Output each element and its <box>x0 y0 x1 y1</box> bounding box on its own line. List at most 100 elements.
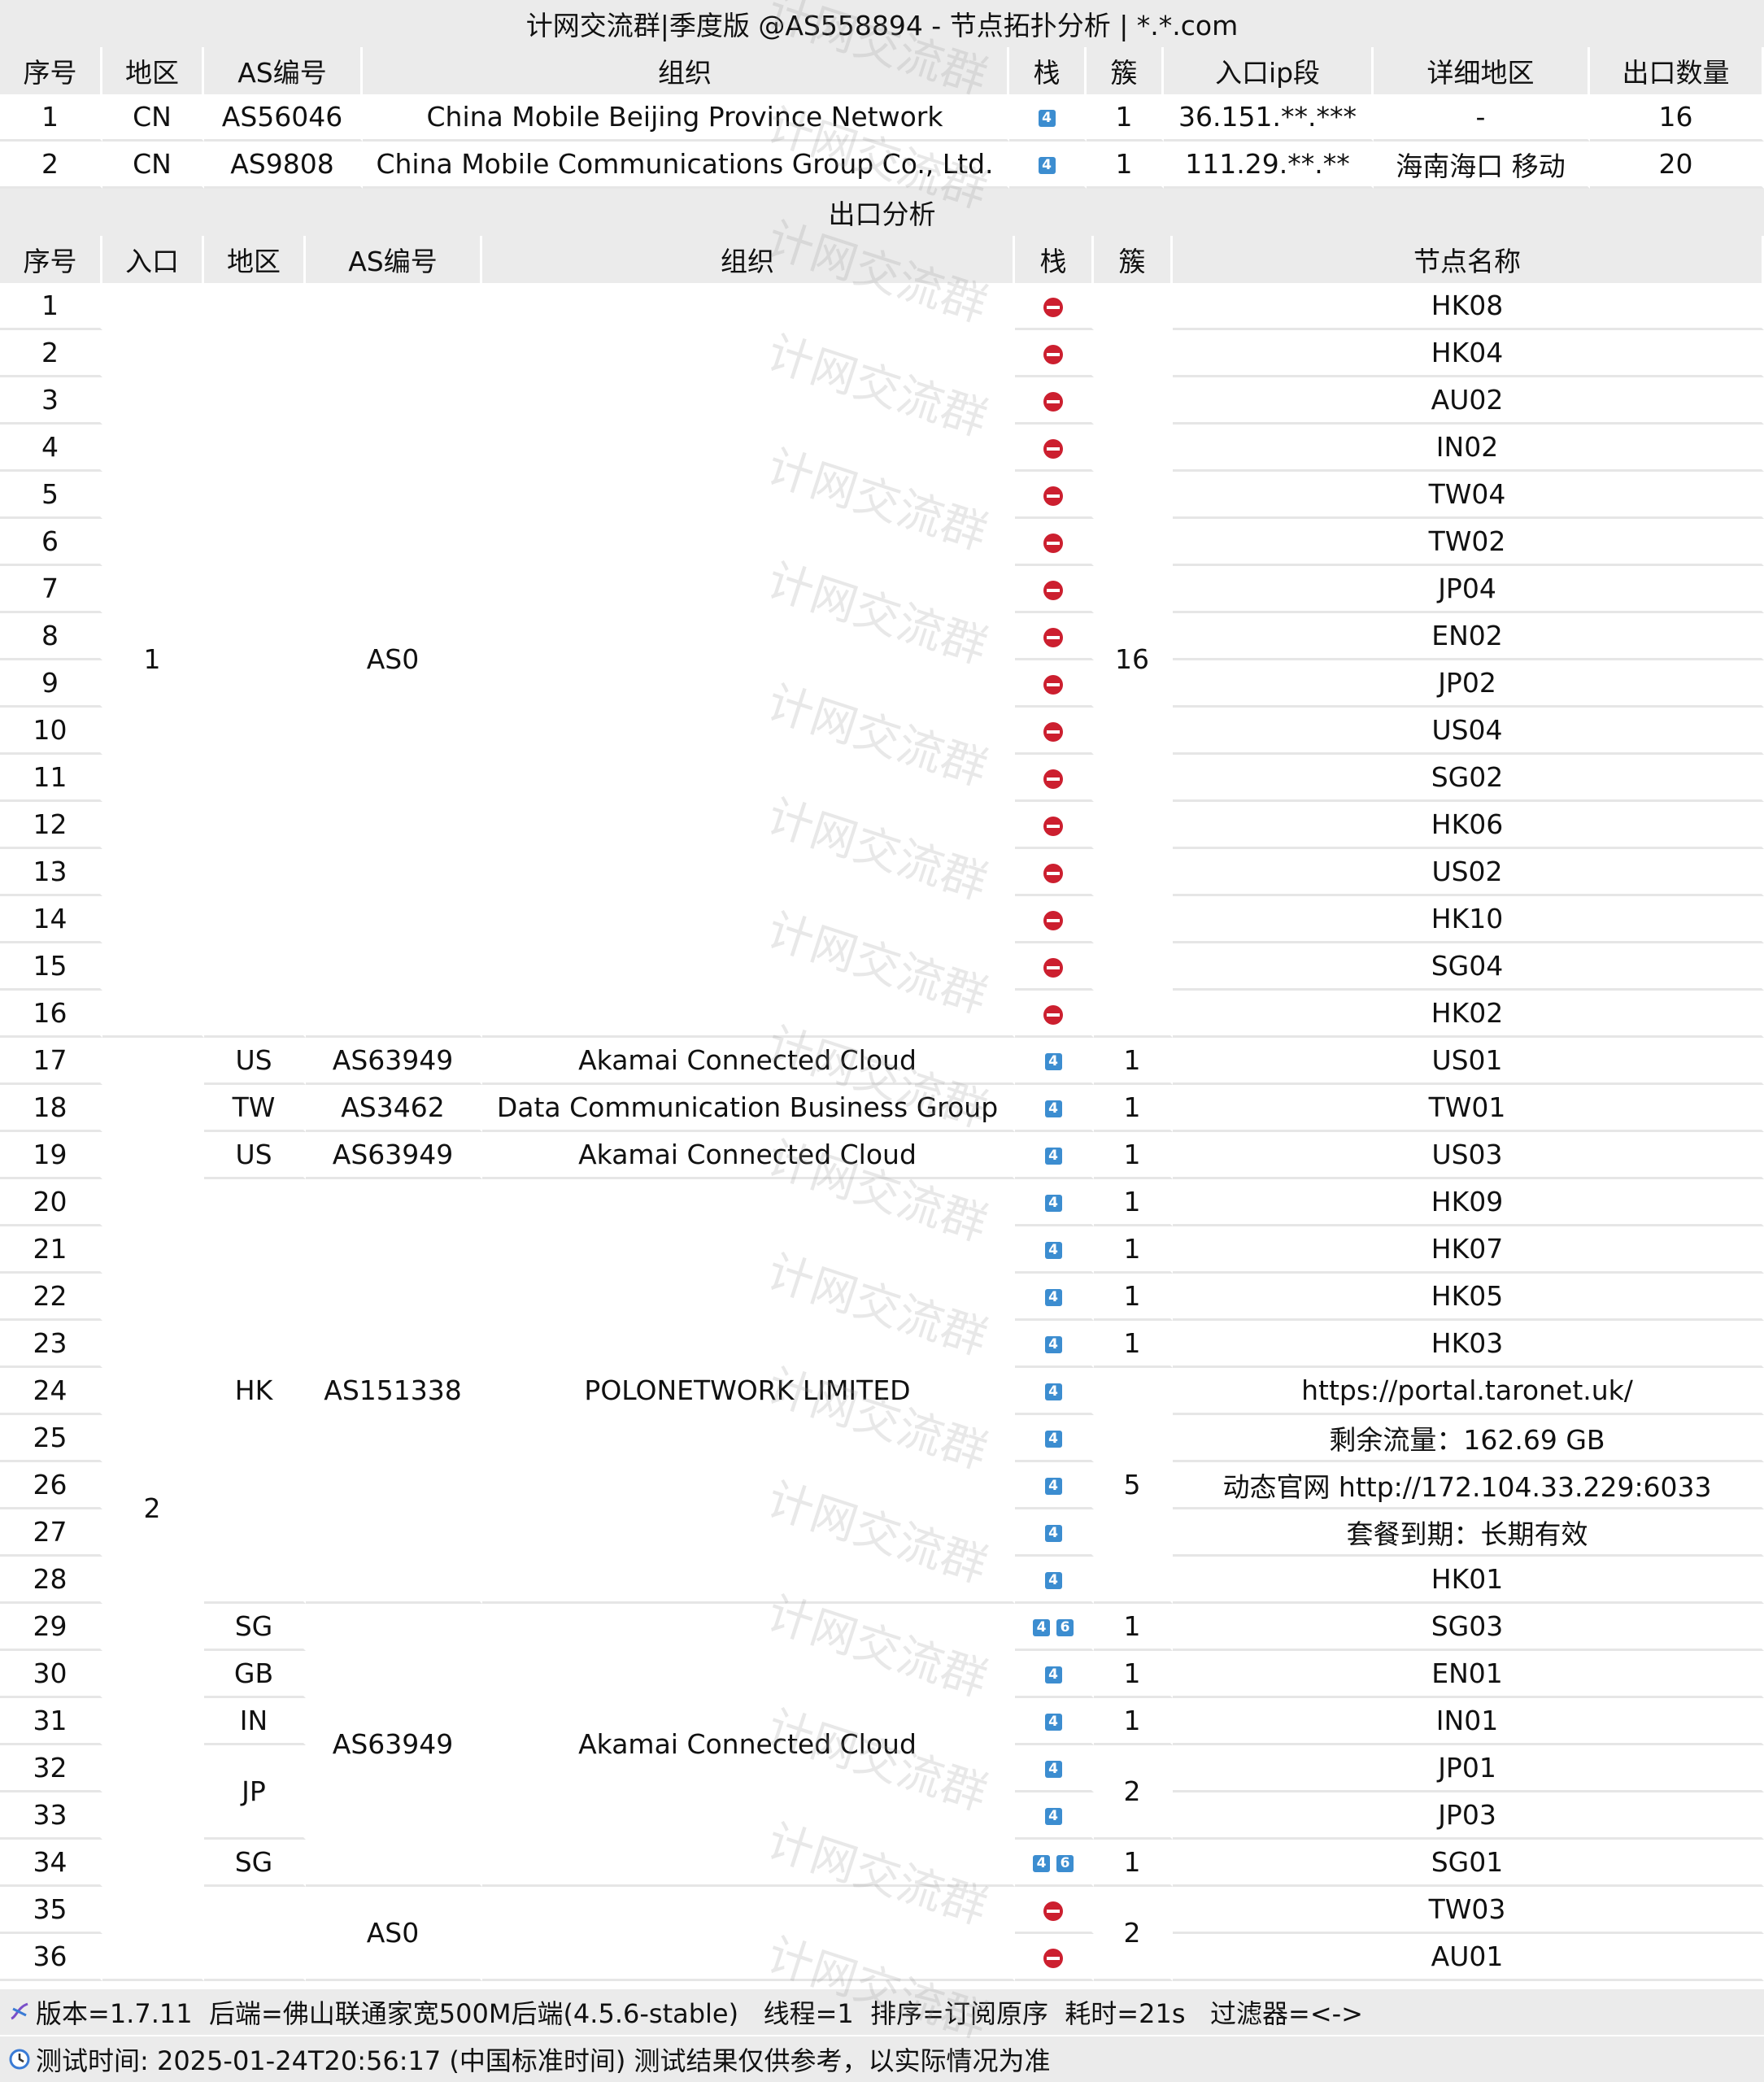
exit-section-title: 出口分析 <box>0 189 1764 236</box>
cell-stack: 4 <box>1015 1415 1094 1462</box>
cell-node-name: JP04 <box>1173 566 1764 613</box>
col-region: 地区 <box>204 236 306 283</box>
cell-region: SG <box>204 1604 306 1651</box>
cell-node-name: AU01 <box>1173 1934 1764 1981</box>
cell-cluster: 1 <box>1094 1840 1173 1887</box>
cell-cluster: 1 <box>1087 142 1164 189</box>
cell-seq: 29 <box>0 1604 102 1651</box>
cell-seq: 30 <box>0 1651 102 1698</box>
cell-cluster: 1 <box>1094 1179 1173 1226</box>
cell-stack: 4 <box>1015 1509 1094 1557</box>
col-count: 出口数量 <box>1590 47 1764 94</box>
ipv4-icon: 4 <box>1044 1383 1062 1400</box>
col-region: 地区 <box>102 47 204 94</box>
cell-org: China Mobile Communications Group Co., L… <box>363 142 1009 189</box>
cell-org <box>482 1887 1015 1981</box>
cell-ip: 36.151.**.*** <box>1164 94 1374 142</box>
cell-seq: 12 <box>0 802 102 849</box>
blocked-icon <box>1043 344 1063 364</box>
cell-org: Akamai Connected Cloud <box>482 1038 1015 1085</box>
cell-stack <box>1015 991 1094 1038</box>
cell-org: China Mobile Beijing Province Network <box>363 94 1009 142</box>
cell-asn: AS56046 <box>204 94 363 142</box>
cell-entry: 1 <box>102 283 204 1038</box>
table-row: 1 CN AS56046 China Mobile Beijing Provin… <box>0 94 1764 142</box>
cell-stack: 4 <box>1015 1557 1094 1604</box>
exit-header-row: 序号 入口 地区 AS编号 组织 栈 簇 节点名称 <box>0 236 1764 283</box>
col-entry: 入口 <box>102 236 204 283</box>
col-org: 组织 <box>482 236 1015 283</box>
cell-stack <box>1015 519 1094 566</box>
cell-stack <box>1015 613 1094 660</box>
table-row: 17 2 US AS63949 Akamai Connected Cloud 4 1 US01 <box>0 1038 1764 1981</box>
cell-stack: 4 <box>1015 1274 1094 1321</box>
cell-cluster: 1 <box>1087 94 1164 142</box>
cell-node-name: JP02 <box>1173 660 1764 708</box>
cell-stack <box>1015 1887 1094 1934</box>
cell-stack: 4 <box>1015 1651 1094 1698</box>
ipv4-icon: 4 <box>1038 157 1056 174</box>
cell-asn: AS63949 <box>306 1604 482 1887</box>
cell-stack: 4 <box>1015 1179 1094 1226</box>
cell-stack <box>1015 377 1094 425</box>
cell-node-name: HK07 <box>1173 1226 1764 1274</box>
cell-node-name: IN02 <box>1173 425 1764 472</box>
cell-cluster: 5 <box>1094 1368 1173 1604</box>
cell-seq: 20 <box>0 1179 102 1226</box>
cell-region <box>204 1887 306 1981</box>
cell-cluster: 2 <box>1094 1887 1173 1981</box>
cell-node-name: TW02 <box>1173 519 1764 566</box>
ipv4-icon: 4 <box>1044 1289 1062 1306</box>
cell-entry: 2 <box>102 1038 204 1981</box>
cell-node-name: US04 <box>1173 708 1764 755</box>
cell-region: HK <box>204 1179 306 1604</box>
cell-stack: 4 <box>1015 1792 1094 1840</box>
cell-stack <box>1015 708 1094 755</box>
ipv4-icon: 4 <box>1044 1761 1062 1778</box>
blocked-icon <box>1043 438 1063 459</box>
blocked-icon <box>1043 1004 1063 1025</box>
ipv6-icon: 6 <box>1056 1855 1074 1872</box>
cell-cluster: 1 <box>1094 1604 1173 1651</box>
window-title: 计网交流群|季度版 @AS558894 - 节点拓扑分析 | *.*.com <box>0 0 1764 47</box>
cell-seq: 15 <box>0 943 102 991</box>
ipv4-icon: 4 <box>1044 1572 1062 1589</box>
cell-stack: 4 <box>1009 142 1087 189</box>
table-row: 18 TW AS3462 Data Communication Business Gr… <box>0 1085 1764 1132</box>
ipv4-icon: 4 <box>1044 1336 1062 1353</box>
cell-node-name: US02 <box>1173 849 1764 896</box>
cell-seq: 35 <box>0 1887 102 1934</box>
ipv4-icon: 4 <box>1044 1478 1062 1495</box>
cell-asn: AS63949 <box>306 1132 482 1179</box>
cell-seq: 1 <box>0 94 102 142</box>
cell-region <box>204 283 306 1038</box>
ipv4-icon: 4 <box>1044 1666 1062 1683</box>
cell-node-name: JP03 <box>1173 1792 1764 1840</box>
cell-node-name: TW04 <box>1173 472 1764 519</box>
cell-stack <box>1015 660 1094 708</box>
cell-seq: 11 <box>0 755 102 802</box>
version-icon <box>11 2002 28 2020</box>
col-asn: AS编号 <box>306 236 482 283</box>
cell-seq: 16 <box>0 991 102 1038</box>
clock-icon <box>9 2049 30 2070</box>
col-ip: 入口ip段 <box>1164 47 1374 94</box>
cell-node-name: HK09 <box>1173 1179 1764 1226</box>
cell-stack <box>1015 755 1094 802</box>
col-cluster: 簇 <box>1094 236 1173 283</box>
blocked-icon <box>1043 674 1063 695</box>
cell-node-name: 套餐到期：长期有效 <box>1173 1509 1764 1557</box>
cell-cluster: 1 <box>1094 1651 1173 1698</box>
cell-node-name: 剩余流量：162.69 GB <box>1173 1415 1764 1462</box>
table-row: 2 CN AS9808 China Mobile Communications … <box>0 142 1764 189</box>
entry-header-row: 序号 地区 AS编号 组织 栈 簇 入口ip段 详细地区 出口数量 <box>0 47 1764 94</box>
cell-asn: AS151338 <box>306 1179 482 1604</box>
cell-stack: 4 <box>1015 1698 1094 1745</box>
blocked-icon <box>1043 863 1063 883</box>
ipv4-icon: 4 <box>1044 1053 1062 1070</box>
col-cluster: 簇 <box>1087 47 1164 94</box>
cell-stack: 46 <box>1015 1604 1094 1651</box>
cell-count: 20 <box>1590 142 1764 189</box>
table-row: 19 US AS63949 Akamai Connected Cloud 4 1 US03 <box>0 1132 1764 1179</box>
cell-node-name: HK08 <box>1173 283 1764 330</box>
